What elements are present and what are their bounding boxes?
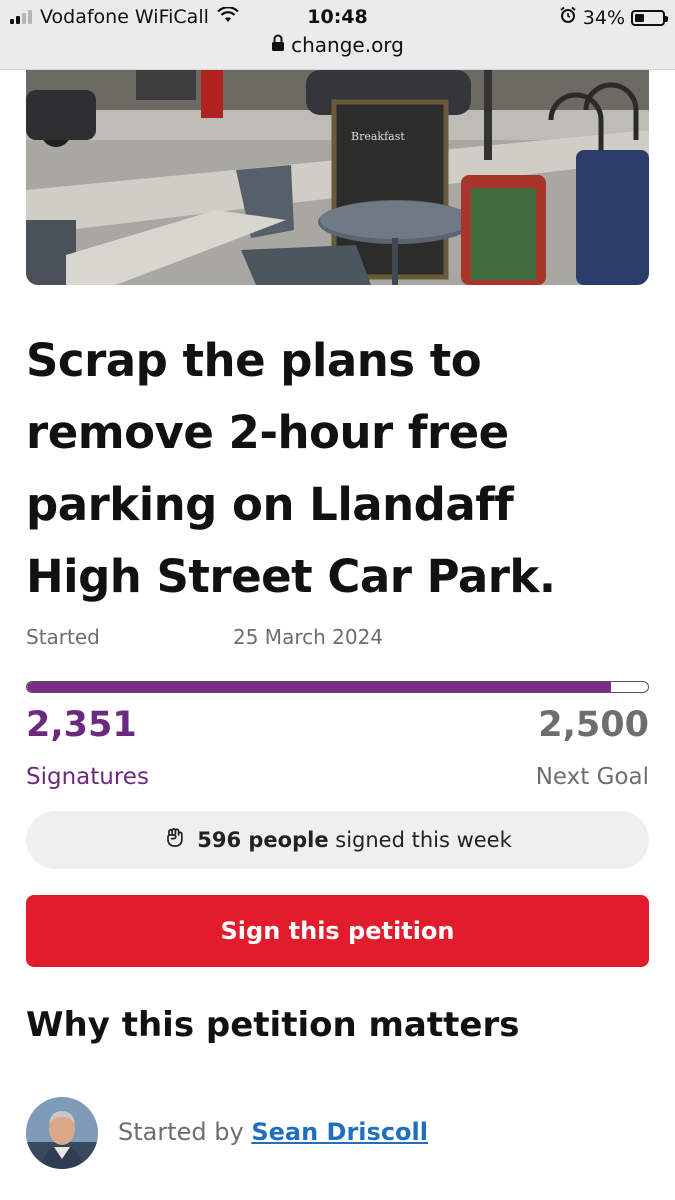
weekly-signers-banner: 596 people signed this week <box>26 811 649 869</box>
signatures-label: Signatures <box>26 764 149 790</box>
fist-icon <box>163 826 187 855</box>
url-text: change.org <box>291 33 404 57</box>
next-goal-label: Next Goal <box>535 764 649 790</box>
address-bar[interactable]: change.org <box>0 33 675 57</box>
lock-icon <box>271 33 285 57</box>
svg-text:Breakfast: Breakfast <box>351 130 405 143</box>
started-date: 25 March 2024 <box>233 625 384 649</box>
signature-progress-bar <box>26 681 649 693</box>
progress-fill <box>27 682 611 692</box>
alarm-icon <box>559 6 577 29</box>
started-by-line: Started by Sean Driscoll <box>118 1118 428 1146</box>
started-by-label: Started by <box>118 1118 244 1146</box>
battery-icon <box>631 9 668 26</box>
battery-percent: 34% <box>582 6 625 29</box>
weekly-text: 596 people signed this week <box>197 828 512 852</box>
weekly-suffix: signed this week <box>335 828 512 852</box>
started-label: Started <box>26 625 100 649</box>
weekly-count: 596 people <box>197 828 329 852</box>
author-link[interactable]: Sean Driscoll <box>251 1118 428 1146</box>
why-heading: Why this petition matters <box>26 1005 520 1045</box>
status-right: 34% <box>559 6 668 29</box>
petition-photo: Breakfast <box>26 70 649 285</box>
status-bar: Vodafone WiFiCall 10:48 34% change.org <box>0 0 675 70</box>
next-goal-count: 2,500 <box>538 705 649 745</box>
sign-petition-button[interactable]: Sign this petition <box>26 895 649 967</box>
petition-title: Scrap the plans to remove 2-hour free pa… <box>26 334 556 603</box>
signatures-count: 2,351 <box>26 705 137 745</box>
avatar[interactable] <box>26 1097 98 1169</box>
